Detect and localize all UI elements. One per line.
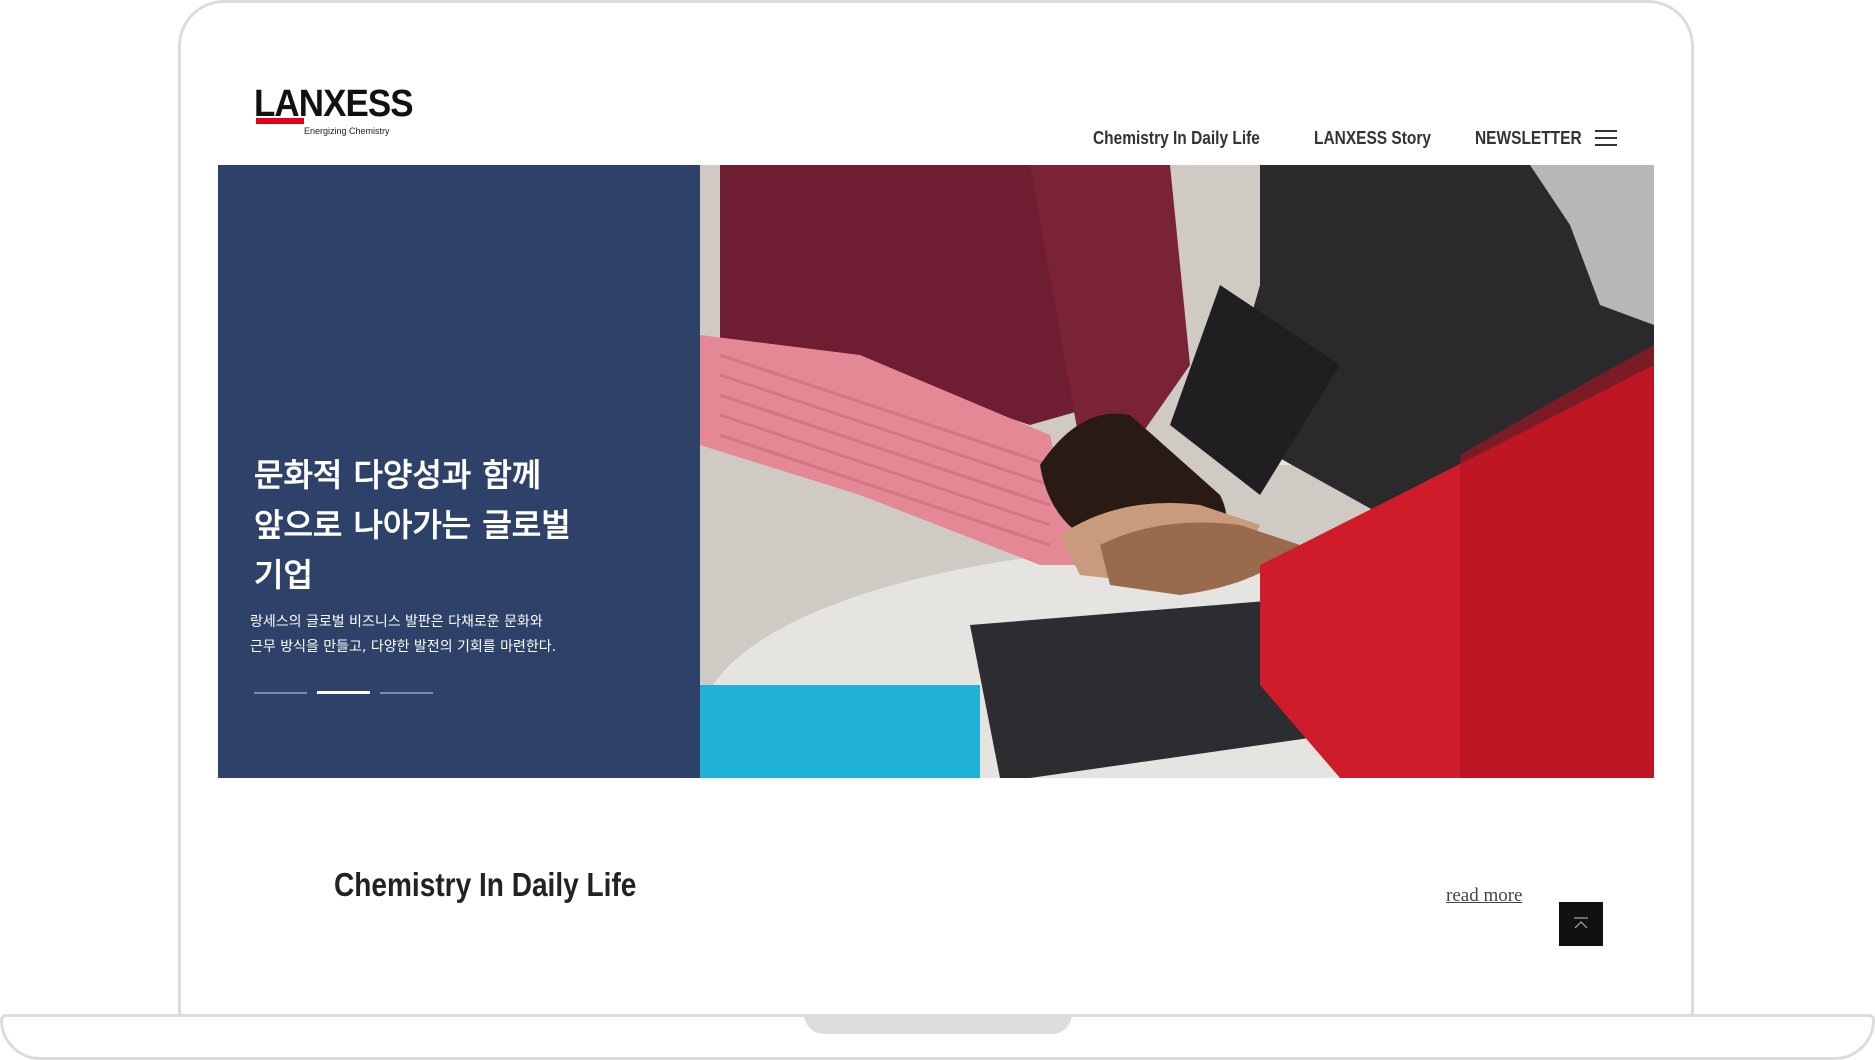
hero-title-line: 문화적 다양성과 함께 [254,456,542,494]
laptop-notch [804,1014,1072,1034]
hero-subtitle-line: 근무 방식을 만들고, 다양한 발전의 기회를 마련한다. [250,639,557,655]
hamburger-menu-icon[interactable] [1595,130,1617,146]
hero-subtitle: 랑세스의 글로벌 비즈니스 발판은 다채로운 문화와 근무 방식을 만들고, 다… [250,610,670,660]
scroll-to-top-button[interactable] [1559,902,1603,946]
nav-item-lanxess-story[interactable]: LANXESS Story [1314,128,1431,149]
logo-tagline: Energizing Chemistry [304,126,390,136]
slide-dot-2[interactable] [317,691,370,694]
team-hands-illustration [700,165,1654,778]
hero-text-panel: 문화적 다양성과 함께 앞으로 나아가는 글로벌 기업 랑세스의 글로벌 비즈니… [218,165,700,778]
lanxess-logo[interactable]: LANXESS Energizing Chemistry [254,84,414,140]
slide-dot-1[interactable] [254,692,307,694]
hero-banner: 문화적 다양성과 함께 앞으로 나아가는 글로벌 기업 랑세스의 글로벌 비즈니… [218,165,1654,778]
slide-dot-3[interactable] [380,692,433,694]
nav-item-newsletter[interactable]: NEWSLETTER [1475,128,1582,149]
arrow-up-icon [1574,917,1588,929]
hero-title-line: 기업 [254,556,313,594]
hero-photo-team-hands [700,165,1654,778]
hero-title-line: 앞으로 나아가는 글로벌 [254,506,571,544]
hero-title: 문화적 다양성과 함께 앞으로 나아가는 글로벌 기업 [254,450,674,600]
nav-item-chemistry-in-daily-life[interactable]: Chemistry In Daily Life [1093,128,1260,149]
logo-red-bar [256,118,304,124]
hero-subtitle-line: 랑세스의 글로벌 비즈니스 발판은 다채로운 문화와 [250,614,543,630]
section-title: Chemistry In Daily Life [334,866,637,903]
read-more-link[interactable]: read more [1446,885,1522,907]
